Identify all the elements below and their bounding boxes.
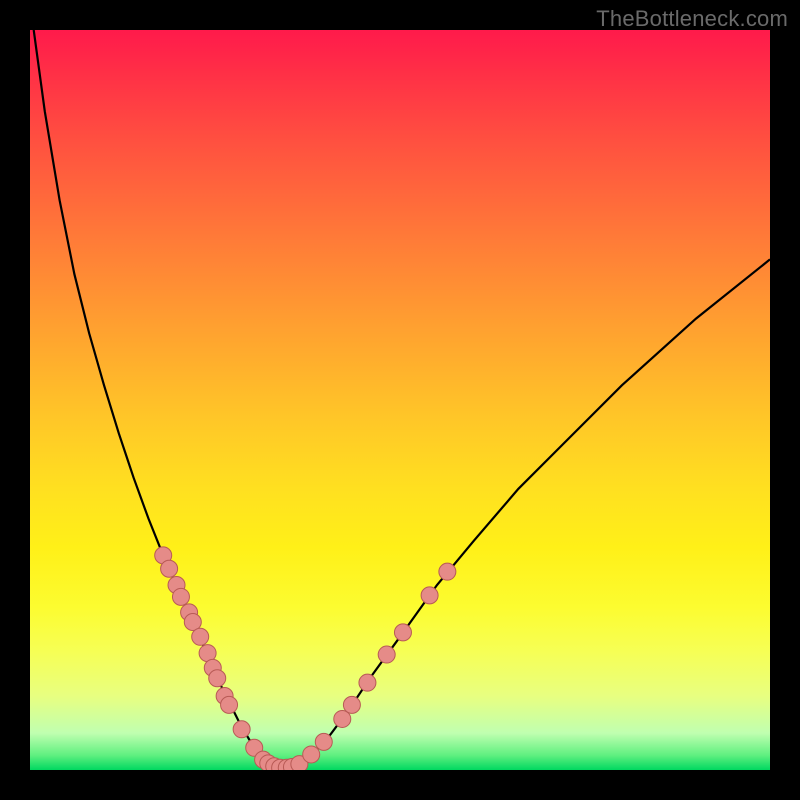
data-point xyxy=(421,587,438,604)
chart-frame: TheBottleneck.com xyxy=(0,0,800,800)
data-point xyxy=(192,628,209,645)
data-point xyxy=(233,721,250,738)
data-point xyxy=(359,674,376,691)
data-point xyxy=(394,624,411,641)
data-point xyxy=(209,670,226,687)
watermark-text: TheBottleneck.com xyxy=(596,6,788,32)
data-point xyxy=(161,560,178,577)
data-point xyxy=(221,696,238,713)
plot-area xyxy=(30,30,770,770)
data-point xyxy=(343,696,360,713)
data-point xyxy=(172,588,189,605)
bottleneck-curve xyxy=(34,30,770,769)
data-point xyxy=(303,746,320,763)
data-point xyxy=(378,646,395,663)
data-point xyxy=(315,733,332,750)
curve-layer xyxy=(30,30,770,770)
highlighted-points xyxy=(155,547,456,770)
data-point xyxy=(439,563,456,580)
